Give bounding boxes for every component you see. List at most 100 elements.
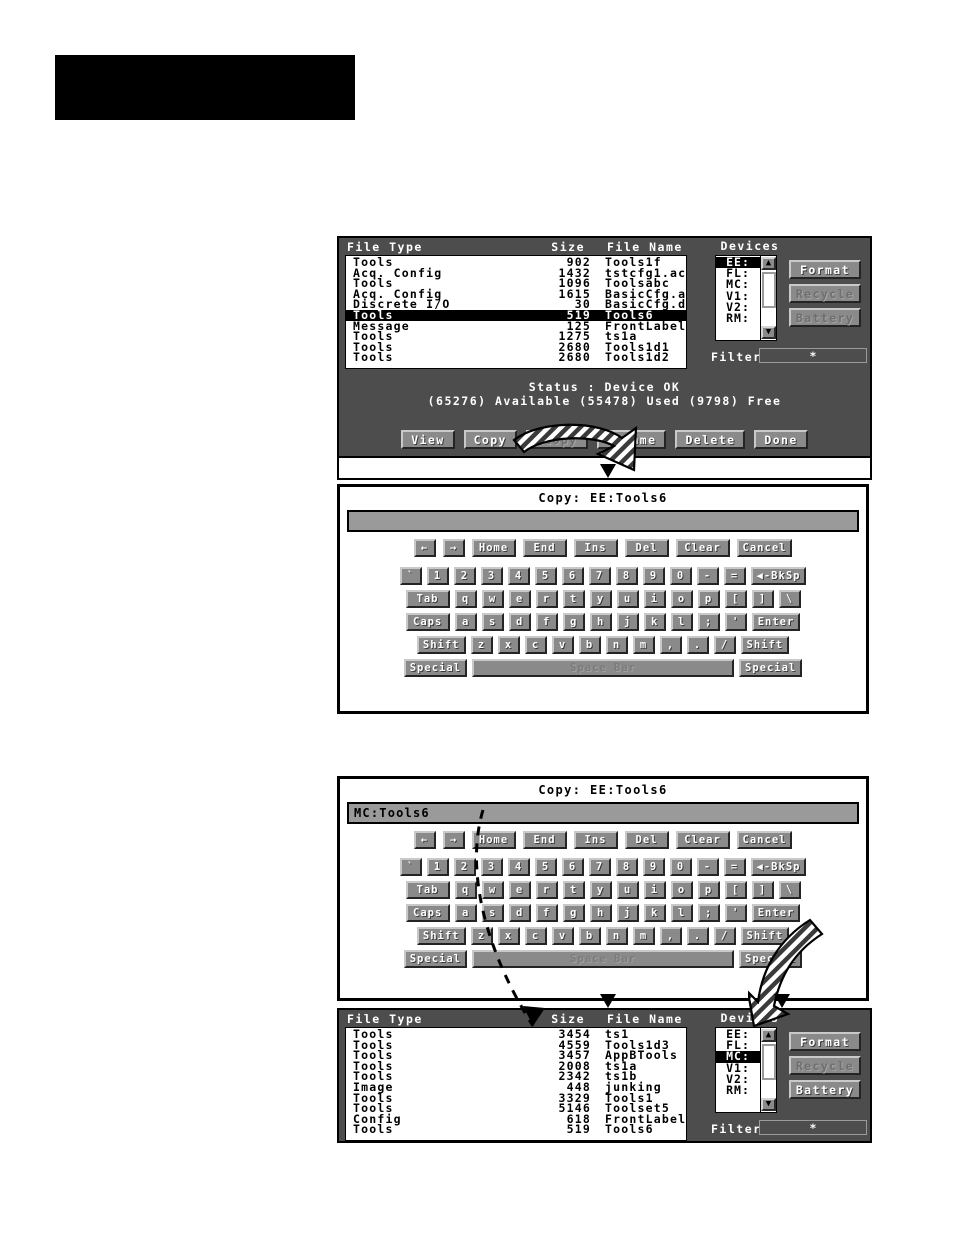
devices-list-top[interactable]: EE: FL: MC: V1: V2: RM: ▲ ▼ xyxy=(715,255,777,341)
kbd1-key-k[interactable]: k xyxy=(643,613,666,631)
kbd2-key-a[interactable]: a xyxy=(454,904,477,922)
kbd2-key-z[interactable]: z xyxy=(470,927,493,945)
kbd2-key-sym[interactable]: \ xyxy=(778,881,801,899)
done-button[interactable]: Done xyxy=(754,430,808,449)
kbd1-key-i[interactable]: i xyxy=(643,590,666,608)
scroll-down-arrow-icon[interactable]: ▼ xyxy=(761,326,776,339)
kbd2-key-shift[interactable]: Shift xyxy=(740,927,790,945)
kbd1-key-special[interactable]: Special xyxy=(739,659,803,677)
kbd1-key-8[interactable]: 8 xyxy=(615,567,638,585)
kbd2-key-sym[interactable]: [ xyxy=(724,881,747,899)
kbd2-key-8[interactable]: 8 xyxy=(615,858,638,876)
format-button[interactable]: Format xyxy=(789,260,861,279)
kbd1-key-o[interactable]: o xyxy=(670,590,693,608)
kbd1-key-sym[interactable]: [ xyxy=(724,590,747,608)
kbd2-key-sym[interactable]: = xyxy=(723,858,746,876)
kbd2-key-j[interactable]: j xyxy=(616,904,639,922)
kbd1-key-sym[interactable]: \ xyxy=(778,590,801,608)
kbd2-key-s[interactable]: s xyxy=(481,904,504,922)
kbd2-key-e[interactable]: e xyxy=(508,881,531,899)
kbd2-key-sym[interactable]: ` xyxy=(399,858,422,876)
kbd1-key-sym[interactable]: → xyxy=(442,539,465,557)
format-button[interactable]: Format xyxy=(789,1032,861,1051)
kbd1-key-j[interactable]: j xyxy=(616,613,639,631)
kbd2-key-q[interactable]: q xyxy=(454,881,477,899)
kbd1-key-a[interactable]: a xyxy=(454,613,477,631)
kbd1-key-1[interactable]: 1 xyxy=(426,567,449,585)
kbd1-key-ins[interactable]: Ins xyxy=(573,539,618,557)
kbd2-key-x[interactable]: x xyxy=(497,927,520,945)
filter-input-bottom[interactable]: * xyxy=(759,1120,867,1135)
kbd1-key-cancel[interactable]: Cancel xyxy=(736,539,793,557)
kbd1-key-w[interactable]: w xyxy=(481,590,504,608)
kbd1-key-sym[interactable]: . xyxy=(686,636,709,654)
copy-button[interactable]: Copy xyxy=(463,430,517,449)
kbd2-key-w[interactable]: w xyxy=(481,881,504,899)
kbd2-key-l[interactable]: l xyxy=(670,904,693,922)
kbd1-key-v[interactable]: v xyxy=(551,636,574,654)
kbd2-key-o[interactable]: o xyxy=(670,881,693,899)
devices-scrollbar-thumb-top[interactable] xyxy=(761,272,776,308)
kbd1-key-h[interactable]: h xyxy=(589,613,612,631)
filename-input-typed[interactable]: MC:Tools6 xyxy=(347,802,859,824)
kbd2-key-spacebar[interactable]: Space Bar xyxy=(472,950,734,968)
kbd2-key-special[interactable]: Special xyxy=(403,950,467,968)
kbd1-key-r[interactable]: r xyxy=(535,590,558,608)
kbd1-key-sym[interactable]: ` xyxy=(399,567,422,585)
kbd2-key-p[interactable]: p xyxy=(697,881,720,899)
kbd2-key-k[interactable]: k xyxy=(643,904,666,922)
kbd1-key-u[interactable]: u xyxy=(616,590,639,608)
kbd1-key-del[interactable]: Del xyxy=(624,539,669,557)
kbd1-key-clear[interactable]: Clear xyxy=(675,539,730,557)
kbd1-key-n[interactable]: n xyxy=(605,636,628,654)
kbd1-key-g[interactable]: g xyxy=(562,613,585,631)
rename-button[interactable]: Rename xyxy=(596,430,667,449)
kbd1-key-f[interactable]: f xyxy=(535,613,558,631)
kbd1-key-z[interactable]: z xyxy=(470,636,493,654)
devices-list-bottom[interactable]: EE: FL: MC: V1: V2: RM: ▲ ▼ xyxy=(715,1027,777,1113)
kbd2-key-caps[interactable]: Caps xyxy=(405,904,450,922)
kbd2-key-c[interactable]: c xyxy=(524,927,547,945)
kbd1-key-p[interactable]: p xyxy=(697,590,720,608)
kbd1-key-l[interactable]: l xyxy=(670,613,693,631)
kbd2-key-6[interactable]: 6 xyxy=(561,858,584,876)
table-row[interactable]: Tools 2680 Tools1d2 xyxy=(346,352,686,363)
scroll-down-arrow-icon[interactable]: ▼ xyxy=(761,1098,776,1111)
kbd1-key-m[interactable]: m xyxy=(632,636,655,654)
kbd1-key-sym[interactable]: ← xyxy=(413,539,436,557)
kbd2-key-0[interactable]: 0 xyxy=(669,858,692,876)
kbd2-key-sym[interactable]: . xyxy=(686,927,709,945)
kbd2-key-i[interactable]: i xyxy=(643,881,666,899)
kbd2-key-h[interactable]: h xyxy=(589,904,612,922)
filter-input-top[interactable]: * xyxy=(759,348,867,363)
kbd2-key-m[interactable]: m xyxy=(632,927,655,945)
devices-scrollbar-bottom[interactable]: ▲ ▼ xyxy=(760,1028,776,1112)
kbd2-key-clear[interactable]: Clear xyxy=(675,831,730,849)
kbd2-key-d[interactable]: d xyxy=(508,904,531,922)
kbd2-key-special[interactable]: Special xyxy=(739,950,803,968)
kbd2-key-1[interactable]: 1 xyxy=(426,858,449,876)
kbd1-key-sym[interactable]: ' xyxy=(724,613,747,631)
kbd2-key-sym[interactable]: ' xyxy=(724,904,747,922)
devices-scrollbar-top[interactable]: ▲ ▼ xyxy=(760,256,776,340)
devices-scrollbar-thumb-bottom[interactable] xyxy=(761,1044,776,1080)
kbd1-key-e[interactable]: e xyxy=(508,590,531,608)
table-row[interactable]: Tools 519 Tools6 xyxy=(346,1124,686,1135)
kbd1-key-sym[interactable]: , xyxy=(659,636,682,654)
kbd2-key-n[interactable]: n xyxy=(605,927,628,945)
kbd1-key-x[interactable]: x xyxy=(497,636,520,654)
kbd1-key-home[interactable]: Home xyxy=(471,539,516,557)
kbd2-key-del[interactable]: Del xyxy=(624,831,669,849)
kbd2-key-9[interactable]: 9 xyxy=(642,858,665,876)
delete-button[interactable]: Delete xyxy=(675,430,746,449)
kbd1-key-b[interactable]: b xyxy=(578,636,601,654)
kbd2-key-5[interactable]: 5 xyxy=(534,858,557,876)
kbd1-key-q[interactable]: q xyxy=(454,590,477,608)
kbd2-key-v[interactable]: v xyxy=(551,927,574,945)
kbd1-key-7[interactable]: 7 xyxy=(588,567,611,585)
kbd1-key-shift[interactable]: Shift xyxy=(740,636,790,654)
kbd2-key-end[interactable]: End xyxy=(522,831,567,849)
kbd2-key-sym[interactable]: ← xyxy=(413,831,436,849)
kbd1-key-c[interactable]: c xyxy=(524,636,547,654)
kbd1-key-3[interactable]: 3 xyxy=(480,567,503,585)
